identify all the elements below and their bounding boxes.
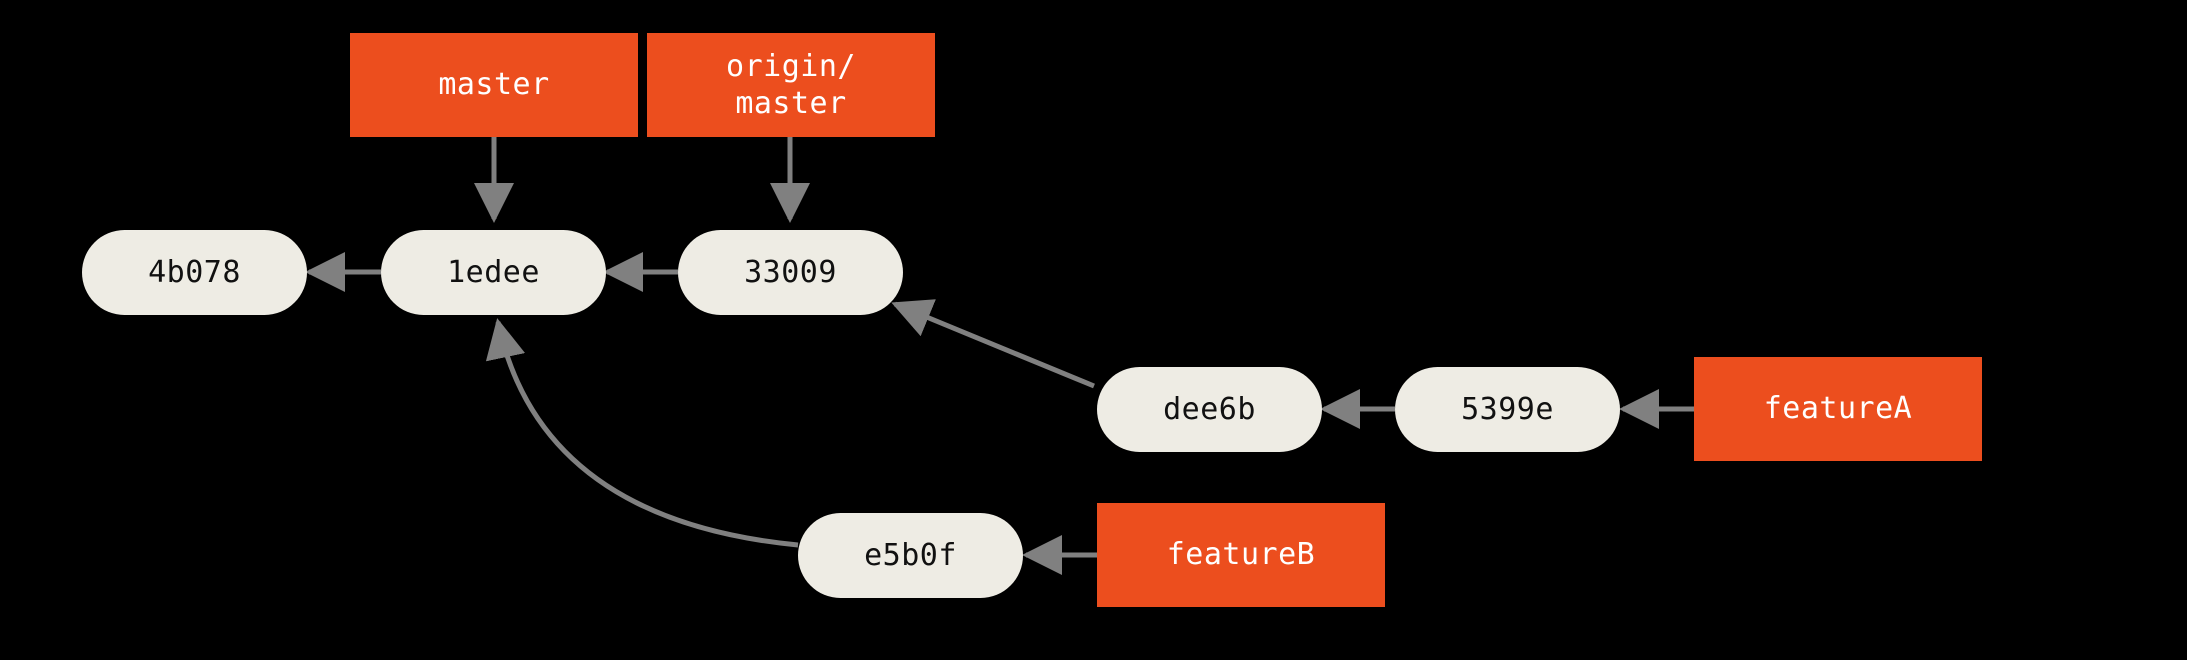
commit-node: 4b078 xyxy=(82,230,307,315)
commit-node: e5b0f xyxy=(798,513,1023,598)
commit-hash: 5399e xyxy=(1461,392,1554,427)
edges-layer xyxy=(0,0,2187,660)
branch-text: featureB xyxy=(1167,536,1316,574)
branch-text: origin/ master xyxy=(726,48,856,123)
commit-hash: 1edee xyxy=(447,255,540,290)
branch-label: master xyxy=(350,33,638,137)
commit-node: 33009 xyxy=(678,230,903,315)
commit-node: 5399e xyxy=(1395,367,1620,452)
branch-text: featureA xyxy=(1764,390,1913,428)
branch-label: featureB xyxy=(1097,503,1385,607)
commit-hash: 33009 xyxy=(744,255,837,290)
git-diagram: 4b078 1edee 33009 dee6b 5399e e5b0f mast… xyxy=(0,0,2187,660)
commit-node: dee6b xyxy=(1097,367,1322,452)
branch-label: origin/ master xyxy=(647,33,935,137)
branch-text: master xyxy=(438,66,549,104)
commit-node: 1edee xyxy=(381,230,606,315)
commit-hash: 4b078 xyxy=(148,255,241,290)
commit-hash: dee6b xyxy=(1163,392,1256,427)
edge-parent xyxy=(498,322,798,545)
edge-parent xyxy=(895,304,1094,386)
commit-hash: e5b0f xyxy=(864,538,957,573)
branch-label: featureA xyxy=(1694,357,1982,461)
